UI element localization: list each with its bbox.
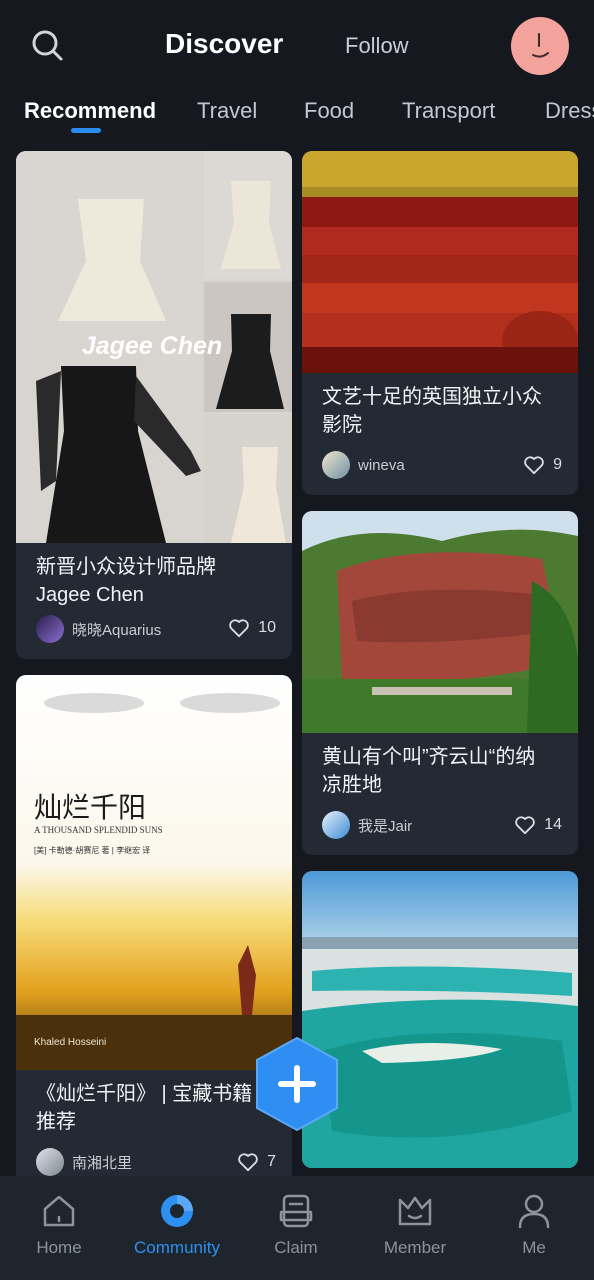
avatar — [322, 451, 350, 479]
tab-recommend[interactable]: Recommend — [24, 98, 156, 124]
post-card[interactable]: Jagee Chen 新晋小众设计师品牌 Jagee Chen 晓晓Aquari… — [16, 151, 292, 659]
top-bar: Discover Follow — [0, 0, 594, 92]
post-card[interactable] — [302, 871, 578, 1168]
post-author[interactable]: wineva — [322, 451, 405, 479]
avatar — [36, 615, 64, 643]
nav-home[interactable]: Home — [0, 1192, 118, 1258]
post-card[interactable]: 灿烂千阳 A THOUSAND SPLENDID SUNS [美] 卡勒德·胡赛… — [16, 675, 292, 1195]
image-overlay-text: Jagee Chen — [82, 332, 222, 360]
like-button[interactable]: 14 — [514, 815, 562, 835]
post-title: 《灿烂千阳》 | 宝藏书籍 推荐 — [36, 1083, 253, 1133]
tab-discover[interactable]: Discover — [165, 28, 283, 60]
post-image: 灿烂千阳 A THOUSAND SPLENDID SUNS [美] 卡勒德·胡赛… — [16, 675, 292, 1070]
avatar — [322, 811, 350, 839]
post-title: 黄山有个叫”齐云山“的纳 凉胜地 — [322, 746, 536, 796]
like-button[interactable]: 7 — [237, 1152, 276, 1172]
post-author[interactable]: 我是Jair — [322, 811, 412, 839]
bottom-navigation: Home Community Claim Member Me — [0, 1176, 594, 1280]
post-image: Jagee Chen — [16, 151, 292, 543]
post-title: 新晋小众设计师品牌 Jagee Chen — [36, 556, 216, 606]
post-title: 文艺十足的英国独立小众 影院 — [322, 386, 542, 436]
heart-icon — [229, 619, 249, 638]
post-image — [302, 151, 578, 373]
category-tabs: Recommend Travel Food Transport Dress — [0, 92, 594, 138]
svg-text:A THOUSAND SPLENDID SUNS: A THOUSAND SPLENDID SUNS — [34, 825, 163, 835]
tab-follow[interactable]: Follow — [345, 33, 409, 59]
create-post-button[interactable] — [253, 1036, 341, 1132]
claim-icon — [279, 1194, 313, 1228]
svg-text:Khaled Hosseini: Khaled Hosseini — [34, 1037, 106, 1048]
svg-text:[美] 卡勒德·胡赛尼 著 | 李继宏 译: [美] 卡勒德·胡赛尼 著 | 李继宏 译 — [34, 845, 150, 855]
post-card[interactable]: 文艺十足的英国独立小众 影院 wineva 9 — [302, 151, 578, 495]
nav-community[interactable]: Community — [118, 1192, 236, 1258]
like-button[interactable]: 9 — [523, 455, 562, 475]
home-icon — [43, 1195, 75, 1227]
svg-text:灿烂千阳: 灿烂千阳 — [34, 791, 146, 824]
post-author[interactable]: 晓晓Aquarius — [36, 615, 161, 643]
heart-icon — [524, 456, 544, 475]
post-image — [302, 511, 578, 733]
like-button[interactable]: 10 — [228, 618, 276, 638]
community-icon — [161, 1195, 193, 1227]
nav-claim[interactable]: Claim — [237, 1192, 355, 1258]
user-avatar[interactable] — [511, 17, 569, 75]
tab-transport[interactable]: Transport — [402, 98, 495, 124]
active-tab-indicator — [71, 128, 101, 133]
person-icon — [518, 1194, 550, 1229]
heart-icon — [515, 816, 535, 835]
member-crown-icon — [398, 1196, 432, 1226]
heart-icon — [238, 1153, 258, 1172]
post-image — [302, 871, 578, 1168]
tab-dress[interactable]: Dress — [545, 98, 594, 124]
nav-me[interactable]: Me — [475, 1192, 593, 1258]
nav-member[interactable]: Member — [356, 1192, 474, 1258]
post-author[interactable]: 南湘北里 — [36, 1148, 132, 1176]
tab-travel[interactable]: Travel — [197, 98, 257, 124]
search-icon[interactable] — [30, 28, 66, 64]
tab-food[interactable]: Food — [304, 98, 354, 124]
post-card[interactable]: 黄山有个叫”齐云山“的纳 凉胜地 我是Jair 14 — [302, 511, 578, 855]
avatar — [36, 1148, 64, 1176]
